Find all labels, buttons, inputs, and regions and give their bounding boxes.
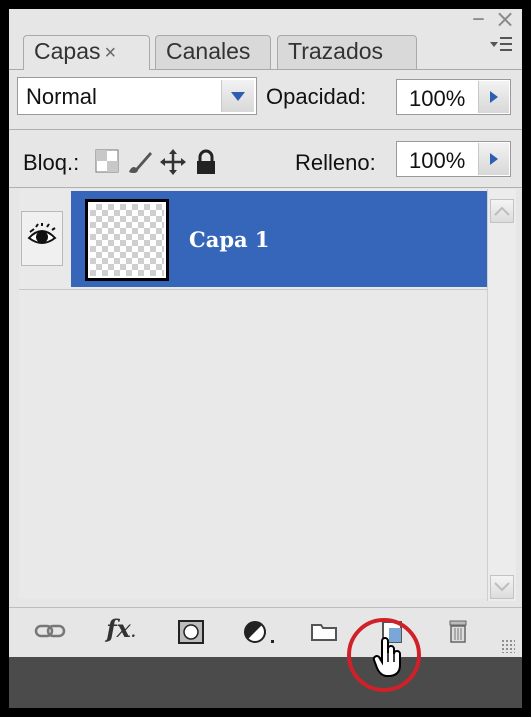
divider: [19, 289, 487, 290]
blend-mode-value: Normal: [26, 84, 97, 109]
divider: [9, 129, 522, 130]
layer-thumbnail: [85, 199, 169, 281]
lock-all-icon[interactable]: [194, 149, 220, 175]
tab-close-icon[interactable]: ×: [104, 42, 116, 64]
panel-tabs: Capas × Canales Trazados: [9, 29, 522, 70]
fill-label: Relleno:: [295, 150, 376, 175]
opacity-field[interactable]: 100%: [396, 79, 511, 115]
chevron-down-icon[interactable]: [221, 80, 254, 112]
tab-canales[interactable]: Canales: [155, 35, 271, 69]
fill-value: 100%: [409, 148, 466, 173]
tab-label: Trazados: [288, 38, 384, 64]
link-layers-icon[interactable]: [33, 618, 67, 648]
lock-transparent-pixels-icon[interactable]: [95, 149, 121, 175]
transparency-checkerboard: [88, 202, 166, 278]
hand-cursor-icon: [372, 635, 406, 679]
eye-icon: [27, 223, 57, 244]
scroll-up-icon[interactable]: [490, 199, 514, 223]
divider: [9, 187, 522, 188]
lock-position-icon[interactable]: [160, 149, 186, 175]
scroll-down-icon[interactable]: [490, 575, 514, 599]
delete-layer-icon[interactable]: [441, 618, 475, 648]
scrollbar[interactable]: [487, 189, 516, 601]
fx-label: fx: [106, 614, 131, 643]
chevron-right-icon[interactable]: [478, 81, 509, 113]
lock-label: Bloq.:: [23, 150, 80, 175]
layer-selection[interactable]: Capa 1: [71, 191, 487, 287]
layers-toolbar: fx.: [9, 607, 522, 658]
blend-mode-select[interactable]: Normal: [17, 77, 257, 115]
panel-menu-icon[interactable]: [487, 31, 515, 61]
adjustment-layer-icon[interactable]: [241, 618, 275, 648]
layer-mask-icon[interactable]: [174, 618, 208, 648]
fill-field[interactable]: 100%: [396, 141, 511, 177]
lock-image-pixels-icon[interactable]: [126, 149, 152, 175]
tab-trazados[interactable]: Trazados: [277, 35, 417, 69]
visibility-toggle[interactable]: [21, 211, 63, 266]
opacity-value: 100%: [409, 86, 466, 111]
layer-name[interactable]: Capa 1: [189, 227, 270, 252]
opacity-label: Opacidad:: [266, 84, 367, 109]
tab-capas[interactable]: Capas ×: [23, 35, 150, 70]
new-group-icon[interactable]: [307, 618, 341, 648]
panel-footer-bar: [9, 657, 522, 708]
layer-row[interactable]: Capa 1: [19, 191, 487, 290]
layer-style-fx-icon[interactable]: fx.: [104, 614, 138, 644]
layers-list: Capa 1: [19, 189, 487, 599]
resize-grip-icon[interactable]: [501, 639, 515, 653]
tab-label: Capas: [34, 38, 101, 64]
chevron-right-icon[interactable]: [478, 143, 509, 175]
layers-panel: – × Capas × Canales Trazados Normal Opaci…: [9, 9, 522, 708]
tab-label: Canales: [166, 38, 251, 64]
